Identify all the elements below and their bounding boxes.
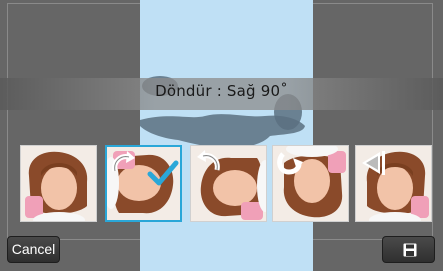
save-button[interactable]: [382, 236, 435, 263]
rotate-left-icon: [197, 150, 220, 171]
checkmark-icon: [147, 160, 179, 186]
rotate-right-icon: [112, 151, 135, 172]
thumbnail-original[interactable]: [20, 145, 97, 222]
photo-thumb: [21, 146, 96, 221]
cancel-button[interactable]: Cancel: [7, 236, 60, 263]
flip-horizontal-icon: [362, 151, 385, 175]
thumbnail-rotate-right-90[interactable]: [105, 145, 182, 222]
thumbnail-rotate-180[interactable]: [272, 145, 349, 222]
preview-silhouette: [140, 76, 305, 148]
floppy-disk-icon: [403, 243, 417, 257]
rotation-status-label: Döndür : Sağ 90˚: [155, 82, 288, 100]
photo-rotate-screen: Döndür : Sağ 90˚ Cancel: [0, 0, 443, 271]
rotate-180-icon: [277, 152, 303, 175]
thumbnail-flip-horizontal[interactable]: [355, 145, 432, 222]
rotation-options-strip: [0, 142, 443, 226]
thumbnail-rotate-left-90[interactable]: [190, 145, 267, 222]
